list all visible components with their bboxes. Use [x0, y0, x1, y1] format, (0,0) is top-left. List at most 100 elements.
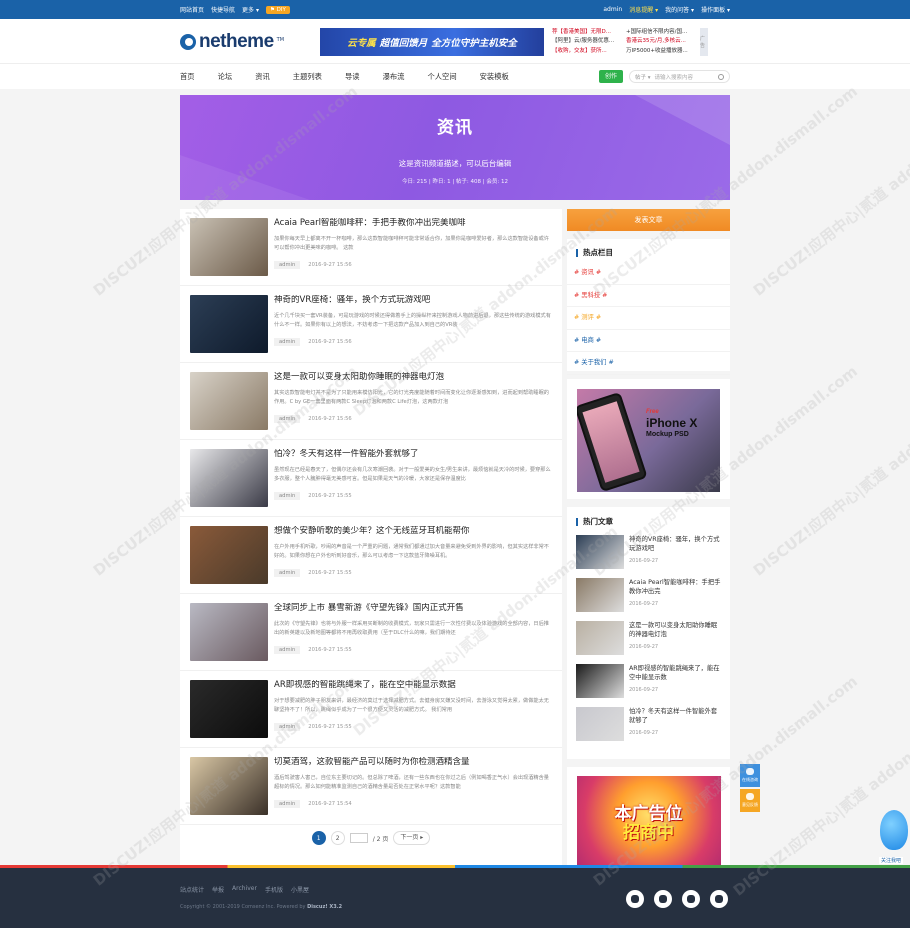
category-link[interactable]: # 电商 # — [567, 330, 730, 352]
my-qa-menu[interactable]: 我的问答 ▾ — [665, 5, 694, 14]
article-author[interactable]: admin — [274, 569, 301, 577]
article-row[interactable]: 想做个安静听歌的美少年？这个无线蓝牙耳机能帮你 在户外用手机听歌，吵闹的声音是一个… — [180, 517, 562, 594]
article-author[interactable]: admin — [274, 261, 301, 269]
article-author[interactable]: admin — [274, 492, 301, 500]
text-ad[interactable]: +国际组信不限内容/国... — [626, 28, 696, 37]
follow-mascot[interactable]: 关注我吧 — [876, 808, 910, 864]
page-2-button[interactable]: 2 — [330, 831, 345, 845]
nav-item-home[interactable]: 首页 — [180, 72, 195, 82]
article-author[interactable]: admin — [274, 415, 301, 423]
top-link-more[interactable]: 更多 ▾ — [242, 5, 259, 14]
article-title[interactable]: 怕冷？冬天有这样一件智能外套就够了 — [274, 449, 553, 460]
powered-by[interactable]: Discuz! X3.2 — [307, 904, 342, 910]
hot-article-title[interactable]: 神奇的VR座椅：骚年，换个方式玩游戏吧 — [629, 535, 721, 553]
hot-article-thumbnail[interactable] — [576, 664, 624, 698]
article-title[interactable]: 切莫酒驾，这款智能产品可以随时为你检测酒精含量 — [274, 757, 553, 768]
article-row[interactable]: 怕冷？冬天有这样一件智能外套就够了 虽然现在已经是春天了，但偶尔还会有几次寒潮回袭… — [180, 440, 562, 517]
footer-link-mobile[interactable]: 手机版 — [265, 885, 283, 894]
footer-link-archiver[interactable]: Archiver — [232, 885, 257, 894]
category-link[interactable]: # 测评 # — [567, 307, 730, 330]
online-consult-button[interactable]: 在线咨询 — [740, 764, 760, 787]
nav-item-guide[interactable]: 导读 — [345, 72, 360, 82]
header-banner-ad[interactable]: 云专属 超值回馈月 全方位守护主机安全 — [320, 27, 544, 56]
article-author[interactable]: admin — [274, 646, 301, 654]
promo-image[interactable]: Free iPhone X Mockup PSD — [577, 389, 720, 492]
article-thumbnail[interactable] — [190, 603, 268, 661]
hot-article-thumbnail[interactable] — [576, 707, 624, 741]
footer-link-blackroom[interactable]: 小黑屋 — [291, 885, 309, 894]
article-thumbnail[interactable] — [190, 218, 268, 276]
article-thumbnail[interactable] — [190, 680, 268, 738]
article-author[interactable]: admin — [274, 338, 301, 346]
article-title[interactable]: 全球同步上市 暴雪新游《守望先锋》国内正式开售 — [274, 603, 553, 614]
ad-image[interactable]: 本广告位 招商中 — [576, 776, 721, 872]
ad-side-tab[interactable]: 广告 — [700, 27, 708, 56]
release-article-button[interactable]: 发表文章 — [567, 209, 730, 231]
mail-icon[interactable] — [710, 890, 728, 908]
hot-article-thumbnail[interactable] — [576, 621, 624, 655]
hot-article-title[interactable]: AR即视感的智能跳绳来了，能在空中能显示数 — [629, 664, 721, 682]
hot-article-item[interactable]: 这是一款可以变身太阳助你睡眠的神器电灯泡 2016-09-27 — [576, 621, 721, 664]
page-jump-input[interactable] — [349, 833, 368, 843]
qq-icon[interactable] — [682, 890, 700, 908]
article-thumbnail[interactable] — [190, 295, 268, 353]
article-thumbnail[interactable] — [190, 372, 268, 430]
article-row[interactable]: AR即视感的智能跳绳来了，能在空中能显示数据 对于想要减肥的胖子朋友来讲，最经济的… — [180, 671, 562, 748]
hot-article-thumbnail[interactable] — [576, 578, 624, 612]
article-title[interactable]: Acaia Pearl智能咖啡秤：手把手教你冲出完美咖啡 — [274, 218, 553, 229]
article-thumbnail[interactable] — [190, 757, 268, 815]
hot-article-item[interactable]: 神奇的VR座椅：骚年，换个方式玩游戏吧 2016-09-27 — [576, 535, 721, 578]
create-button[interactable]: 创作 — [598, 70, 623, 83]
promo-card[interactable]: Free iPhone X Mockup PSD — [567, 379, 730, 499]
site-logo[interactable]: netheme TM — [180, 31, 320, 53]
nav-item-topics[interactable]: 主题列表 — [293, 72, 322, 82]
article-row[interactable]: 这是一款可以变身太阳助你睡眠的神器电灯泡 其实这款智能电灯并不是为了只能用来模仿阳… — [180, 363, 562, 440]
top-link-home[interactable]: 网站首页 — [180, 5, 204, 14]
nav-item-install[interactable]: 安装模板 — [480, 72, 509, 82]
text-ad[interactable]: 【收购，交友】获所... — [552, 47, 622, 56]
category-link[interactable]: # 关于我们 # — [567, 352, 730, 375]
nav-item-waterfall[interactable]: 瀑布流 — [383, 72, 405, 82]
article-row[interactable]: 全球同步上市 暴雪新游《守望先锋》国内正式开售 此次的《守望先锋》也将与外服一样采… — [180, 594, 562, 671]
nav-item-news[interactable]: 资讯 — [255, 72, 270, 82]
user-name[interactable]: admin — [603, 6, 622, 13]
text-ad[interactable]: 香港云35元/月,多核云... — [626, 37, 696, 46]
search-box[interactable]: 帖子 ▾ 请输入搜索内容 — [629, 70, 730, 83]
article-author[interactable]: admin — [274, 800, 301, 808]
hot-article-item[interactable]: AR即视感的智能跳绳来了，能在空中能显示数 2016-09-27 — [576, 664, 721, 707]
article-row[interactable]: Acaia Pearl智能咖啡秤：手把手教你冲出完美咖啡 加果你每天早上都离不开一… — [180, 209, 562, 286]
notice-menu[interactable]: 消息提醒 ▾ — [629, 5, 658, 14]
top-link-quicknav[interactable]: 快捷导航 — [211, 5, 235, 14]
page-1-button[interactable]: 1 — [311, 831, 326, 845]
wechat-icon[interactable] — [654, 890, 672, 908]
category-link[interactable]: # 黑科技 # — [567, 285, 730, 307]
text-ad[interactable]: 【阿里】云/服务器优惠... — [552, 37, 622, 46]
operate-panel-menu[interactable]: 操作面板 ▾ — [701, 5, 730, 14]
footer-link-stats[interactable]: 站点统计 — [180, 885, 204, 894]
search-type-select[interactable]: 帖子 ▾ — [635, 73, 651, 81]
nav-item-space[interactable]: 个人空间 — [427, 72, 456, 82]
article-title[interactable]: 这是一款可以变身太阳助你睡眠的神器电灯泡 — [274, 372, 553, 383]
text-ad[interactable]: 万IP5000+收益播放器... — [626, 47, 696, 56]
article-thumbnail[interactable] — [190, 526, 268, 584]
search-input[interactable]: 请输入搜索内容 — [655, 73, 714, 81]
hot-article-item[interactable]: 怕冷？冬天有这样一件智能外套就够了 2016-09-27 — [576, 707, 721, 750]
hot-article-item[interactable]: Acaia Pearl智能咖啡秤：手把手教你冲出完 2016-09-27 — [576, 578, 721, 621]
hot-article-thumbnail[interactable] — [576, 535, 624, 569]
footer-link-report[interactable]: 举报 — [212, 885, 224, 894]
article-title[interactable]: 神奇的VR座椅：骚年，换个方式玩游戏吧 — [274, 295, 553, 306]
text-ad[interactable]: 荐【香港美国】无限D... — [552, 28, 622, 37]
article-row[interactable]: 切莫酒驾，这款智能产品可以随时为你检测酒精含量 酒后驾驶害人害己，自位东主要切记的… — [180, 748, 562, 825]
category-link[interactable]: # 资讯 # — [567, 262, 730, 285]
search-icon[interactable] — [718, 73, 724, 80]
weibo-icon[interactable] — [626, 890, 644, 908]
hot-article-title[interactable]: 这是一款可以变身太阳助你睡眠的神器电灯泡 — [629, 621, 721, 639]
diy-button[interactable]: ⚑ DIY — [265, 5, 290, 14]
article-row[interactable]: 神奇的VR座椅：骚年，换个方式玩游戏吧 近个几千块买一套VR装备，可是玩游戏的时候… — [180, 286, 562, 363]
next-page-button[interactable]: 下一页 ▸ — [393, 831, 431, 845]
article-title[interactable]: AR即视感的智能跳绳来了，能在空中能显示数据 — [274, 680, 553, 691]
article-author[interactable]: admin — [274, 723, 301, 731]
hot-article-title[interactable]: Acaia Pearl智能咖啡秤：手把手教你冲出完 — [629, 578, 721, 596]
feedback-button[interactable]: 意见反馈 — [740, 789, 760, 812]
article-title[interactable]: 想做个安静听歌的美少年？这个无线蓝牙耳机能帮你 — [274, 526, 553, 537]
